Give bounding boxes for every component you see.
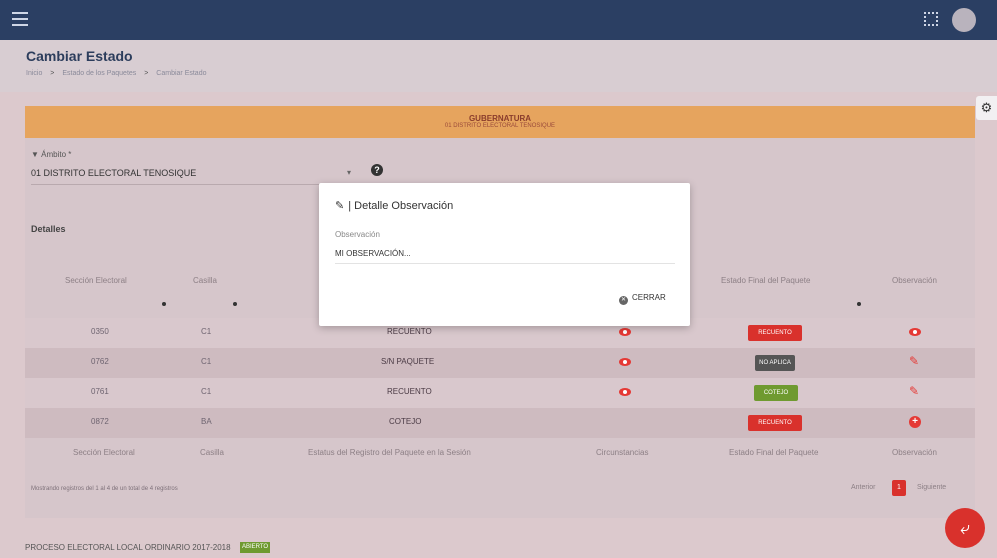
banner-title: GUBERNATURA — [468, 114, 532, 123]
cell-casilla: C1 — [201, 387, 212, 396]
ambito-select[interactable]: 01 DISTRITO ELECTORAL TENOSIQUE — [31, 168, 196, 178]
eye-icon[interactable] — [909, 328, 921, 336]
cell-estatus: COTEJO — [389, 417, 422, 426]
footer-circunstancias: Circunstancias — [596, 448, 649, 457]
add-icon[interactable]: + — [909, 416, 921, 428]
header-observacion[interactable]: Observación — [892, 276, 937, 285]
eye-icon[interactable] — [619, 358, 631, 366]
breadcrumb: Inicio > Estado de los Paquetes > Cambia… — [26, 70, 207, 77]
status-badge: RECUENTO — [748, 415, 802, 431]
observation-modal: ✎ | Detalle Observación Observación MI OB… — [319, 183, 690, 326]
page-title: Cambiar Estado — [26, 48, 133, 64]
chevron-right-icon: > — [50, 70, 55, 77]
cell-seccion: 0761 — [91, 387, 109, 396]
table-row: 0762 C1 S/N PAQUETE NO APLICA ✎ — [25, 348, 975, 378]
ambito-label: ▼ Ámbito * — [31, 150, 72, 159]
cell-casilla: BA — [201, 417, 212, 426]
pencil-icon: ✎ — [335, 200, 345, 212]
top-navbar — [0, 0, 997, 40]
avatar[interactable] — [952, 8, 976, 32]
status-badge: COTEJO — [754, 385, 798, 401]
breadcrumb-home[interactable]: Inicio — [26, 70, 42, 77]
status-badge: RECUENTO — [748, 325, 802, 341]
field-underline — [335, 263, 675, 264]
pagination-next[interactable]: Siguiente — [917, 484, 946, 491]
menu-icon[interactable] — [12, 12, 28, 26]
pagination-prev[interactable]: Anterior — [851, 484, 876, 491]
footer-seccion: Sección Electoral — [73, 448, 135, 457]
chevron-down-icon[interactable]: ▾ — [347, 168, 351, 177]
cell-estatus: S/N PAQUETE — [381, 357, 435, 366]
eye-icon[interactable] — [619, 388, 631, 396]
gear-icon[interactable]: ⚙ — [976, 96, 997, 120]
footer-casilla: Casilla — [200, 448, 225, 457]
observation-label: Observación — [335, 230, 380, 239]
process-status-badge: ABIERTO — [240, 542, 270, 553]
back-button[interactable]: ⤶ — [945, 508, 985, 548]
breadcrumb-estado-paquetes[interactable]: Estado de los Paquetes — [62, 70, 136, 77]
close-icon: ✕ — [619, 296, 628, 305]
cell-seccion: 0872 — [91, 417, 109, 426]
table-row: 0872 BA COTEJO RECUENTO + — [25, 408, 975, 438]
header-estado-final[interactable]: Estado Final del Paquete — [721, 276, 810, 285]
cell-casilla: C1 — [201, 357, 212, 366]
footer-estado-final: Estado Final del Paquete — [729, 448, 819, 457]
column-filter[interactable] — [162, 302, 166, 306]
close-button[interactable]: ✕ CERRAR — [619, 293, 666, 305]
table-row: 0761 C1 RECUENTO COTEJO ✎ — [25, 378, 975, 408]
observation-field[interactable]: MI OBSERVACIÓN... — [335, 249, 411, 258]
header-seccion[interactable]: Sección Electoral — [65, 276, 127, 285]
banner-subtitle: 01 DISTRITO ELECTORAL TENOSIQUE — [444, 123, 556, 129]
header-casilla[interactable]: Casilla — [193, 276, 217, 285]
eye-icon[interactable] — [619, 328, 631, 336]
pencil-icon[interactable]: ✎ — [909, 384, 919, 398]
page-header: Cambiar Estado Inicio > Estado de los Pa… — [0, 40, 997, 92]
process-label: PROCESO ELECTORAL LOCAL ORDINARIO 2017-2… — [25, 543, 231, 552]
details-label: Detalles — [31, 224, 66, 234]
cell-estatus: RECUENTO — [387, 387, 432, 396]
pagination-page[interactable]: 1 — [892, 480, 906, 496]
election-banner: GUBERNATURA 01 DISTRITO ELECTORAL TENOSI… — [25, 106, 975, 138]
column-filter[interactable] — [857, 302, 861, 306]
help-icon[interactable]: ? — [371, 164, 383, 176]
table-info: Mostrando registros del 1 al 4 de un tot… — [31, 486, 178, 492]
cell-casilla: C1 — [201, 327, 212, 336]
fullscreen-icon[interactable] — [924, 12, 938, 26]
cell-seccion: 0350 — [91, 327, 109, 336]
cell-seccion: 0762 — [91, 357, 109, 366]
chevron-right-icon: > — [144, 70, 149, 77]
breadcrumb-current: Cambiar Estado — [156, 70, 207, 77]
filter-icon: ▼ — [31, 150, 39, 159]
select-underline — [31, 184, 361, 185]
cell-estatus: RECUENTO — [387, 327, 432, 336]
pencil-icon[interactable]: ✎ — [909, 354, 919, 368]
status-badge: NO APLICA — [755, 355, 795, 371]
reply-icon: ⤶ — [959, 518, 971, 538]
column-filter[interactable] — [233, 302, 237, 306]
footer-observacion: Observación — [892, 448, 937, 457]
footer-estatus: Estatus del Registro del Paquete en la S… — [308, 448, 471, 457]
modal-title: ✎ | Detalle Observación — [335, 200, 454, 212]
